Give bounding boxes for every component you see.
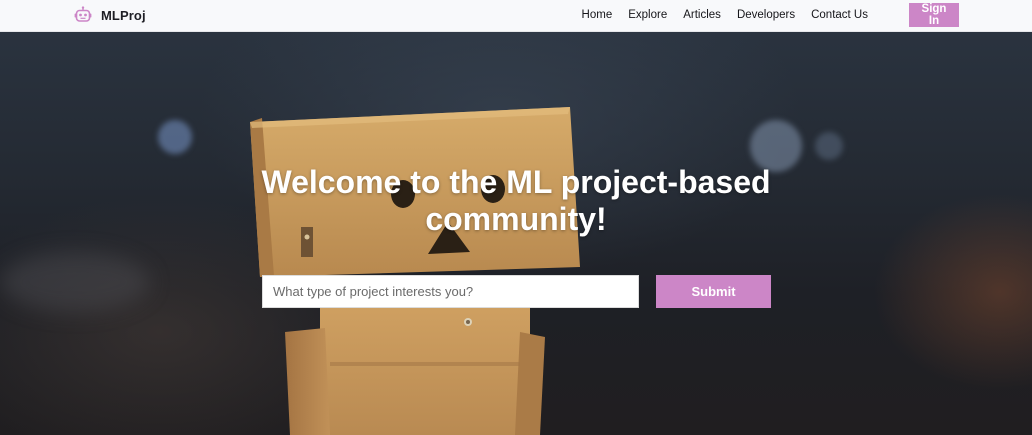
brand-name: MLProj bbox=[101, 7, 146, 23]
navbar: MLProj Home Explore Articles Developers … bbox=[0, 0, 1032, 32]
nav-links: Home Explore Articles Developers Contact… bbox=[582, 0, 868, 30]
nav-link-explore[interactable]: Explore bbox=[628, 9, 667, 21]
sign-in-button[interactable]: Sign In bbox=[909, 3, 959, 27]
nav-link-articles[interactable]: Articles bbox=[683, 9, 721, 21]
nav-link-contact-us[interactable]: Contact Us bbox=[811, 9, 868, 21]
nav-link-developers[interactable]: Developers bbox=[737, 9, 795, 21]
brand[interactable]: MLProj bbox=[74, 5, 146, 25]
hero-section: Welcome to the ML project-based communit… bbox=[0, 32, 1032, 435]
project-interest-search-input[interactable] bbox=[262, 275, 639, 308]
nav-link-home[interactable]: Home bbox=[582, 9, 613, 21]
hero-title: Welcome to the ML project-based communit… bbox=[261, 164, 771, 237]
submit-button[interactable]: Submit bbox=[656, 275, 771, 308]
robot-icon bbox=[74, 6, 92, 24]
